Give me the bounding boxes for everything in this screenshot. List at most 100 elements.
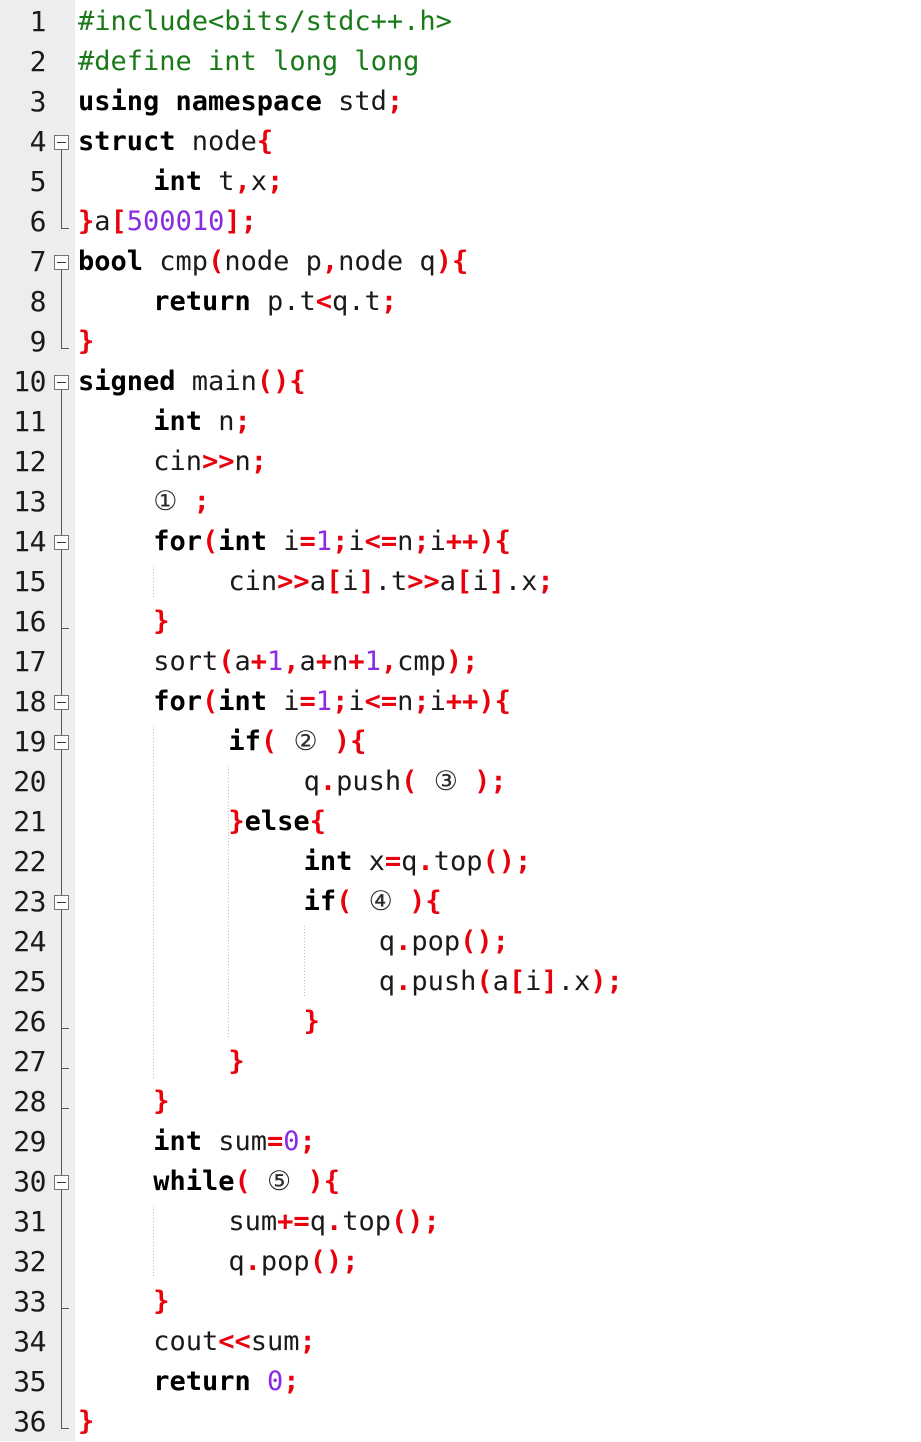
code-text[interactable]: } xyxy=(228,1042,244,1082)
code-line[interactable]: 6}a[500010]; xyxy=(0,202,921,242)
code-text[interactable]: } xyxy=(153,1082,169,1122)
code-editor[interactable]: 1 #include<bits/stdc++.h> 2 #define int lon… xyxy=(0,0,921,1441)
code-line[interactable]: 19 if( ② ){ xyxy=(0,722,921,762)
code-line[interactable]: 35 return 0; xyxy=(0,1362,921,1402)
code-line[interactable]: 26} xyxy=(0,1002,921,1042)
code-line[interactable]: 22 int x=q.top(); xyxy=(0,842,921,882)
token-id: node p xyxy=(224,246,322,277)
code-text[interactable]: if( ④ ){ xyxy=(304,882,442,922)
code-text[interactable]: return 0; xyxy=(153,1362,299,1402)
code-text[interactable]: while( ⑤ ){ xyxy=(153,1162,340,1202)
code-text[interactable]: }else{ xyxy=(228,802,326,842)
code-line[interactable]: 24 q.pop(); xyxy=(0,922,921,962)
code-line[interactable]: 25 q.push(a[i].x); xyxy=(0,962,921,1002)
token-id: sum xyxy=(201,1126,267,1157)
code-text[interactable]: for(int i=1;i<=n;i++){ xyxy=(153,682,511,722)
code-line[interactable]: 29 int sum=0; xyxy=(0,1122,921,1162)
code-text[interactable]: } xyxy=(153,602,169,642)
token-id: .t xyxy=(374,566,408,597)
token-pun: ; xyxy=(299,1326,316,1357)
code-text[interactable]: using namespace std; xyxy=(78,82,403,122)
code-text[interactable]: }a[500010]; xyxy=(78,202,257,242)
code-line[interactable]: 30 while( ⑤ ){ xyxy=(0,1162,921,1202)
code-line[interactable]: 20 q.push( ③ ); xyxy=(0,762,921,802)
code-text[interactable]: q.pop(); xyxy=(379,922,509,962)
token-pun: . xyxy=(417,846,434,877)
token-id: p.t xyxy=(250,286,316,317)
token-pun: (); xyxy=(482,846,532,877)
token-pun: (); xyxy=(309,1246,359,1277)
code-line[interactable]: 3 using namespace std; xyxy=(0,82,921,122)
code-line[interactable]: 1 #include<bits/stdc++.h> xyxy=(0,2,921,42)
code-text[interactable]: int n; xyxy=(153,402,251,442)
code-text[interactable]: } xyxy=(153,1282,169,1322)
line-number: 29 xyxy=(13,1125,46,1158)
code-line[interactable]: 14 for(int i=1;i<=n;i++){ xyxy=(0,522,921,562)
line-number: 27 xyxy=(13,1045,46,1078)
token-id: a xyxy=(299,646,316,677)
code-line[interactable]: 21}else{ xyxy=(0,802,921,842)
code-text[interactable]: int sum=0; xyxy=(153,1122,316,1162)
line-number: 2 xyxy=(29,45,47,78)
code-line[interactable]: 11 int n; xyxy=(0,402,921,442)
token-id: a xyxy=(492,966,509,997)
code-text[interactable]: } xyxy=(78,322,94,362)
code-line[interactable]: 4 struct node{ xyxy=(0,122,921,162)
code-text[interactable]: sum+=q.top(); xyxy=(228,1202,439,1242)
code-line[interactable]: 17 sort(a+1,a+n+1,cmp); xyxy=(0,642,921,682)
code-line[interactable]: 10 signed main(){ xyxy=(0,362,921,402)
code-text[interactable]: signed main(){ xyxy=(78,362,306,402)
code-line[interactable]: 5 int t,x; xyxy=(0,162,921,202)
token-pun: } xyxy=(303,1006,320,1037)
line-number: 5 xyxy=(29,165,47,198)
code-text[interactable]: cout<<sum; xyxy=(153,1322,316,1362)
code-text[interactable]: ① ; xyxy=(153,482,210,522)
code-text[interactable]: q.pop(); xyxy=(228,1242,358,1282)
token-id: pop xyxy=(260,1246,310,1277)
token-id: i xyxy=(472,566,489,597)
code-line[interactable]: 13 ① ; xyxy=(0,482,921,522)
code-text[interactable]: int t,x; xyxy=(153,162,283,202)
code-line[interactable]: 16} xyxy=(0,602,921,642)
code-text[interactable]: } xyxy=(78,1402,94,1442)
code-line[interactable]: 15 cin>>a[i].t>>a[i].x; xyxy=(0,562,921,602)
code-text[interactable]: bool cmp(node p,node q){ xyxy=(78,242,468,282)
code-line[interactable]: 34 cout<<sum; xyxy=(0,1322,921,1362)
token-pun: ( xyxy=(218,646,235,677)
line-number: 10 xyxy=(13,365,46,398)
code-line[interactable]: 32 q.pop(); xyxy=(0,1242,921,1282)
code-text[interactable]: cin>>n; xyxy=(153,442,267,482)
code-line[interactable]: 12 cin>>n; xyxy=(0,442,921,482)
code-text[interactable]: q.push( ③ ); xyxy=(304,762,507,802)
token-pun: ] xyxy=(488,566,505,597)
line-number: 19 xyxy=(13,725,46,758)
token-id: cin xyxy=(153,446,202,477)
code-text[interactable]: } xyxy=(304,1002,320,1042)
code-line[interactable]: 28} xyxy=(0,1082,921,1122)
code-text[interactable]: q.push(a[i].x); xyxy=(379,962,623,1002)
code-line[interactable]: 2 #define int long long xyxy=(0,42,921,82)
code-line[interactable]: 27} xyxy=(0,1042,921,1082)
code-line[interactable]: 36} xyxy=(0,1402,921,1442)
code-text[interactable]: for(int i=1;i<=n;i++){ xyxy=(153,522,511,562)
code-text[interactable]: sort(a+1,a+n+1,cmp); xyxy=(153,642,478,682)
token-id: top xyxy=(342,1206,391,1237)
token-pun: <= xyxy=(364,526,398,557)
code-line[interactable]: 9} xyxy=(0,322,921,362)
line-number: 26 xyxy=(13,1005,46,1038)
code-text[interactable]: #include<bits/stdc++.h> xyxy=(78,2,452,42)
code-text[interactable]: cin>>a[i].t>>a[i].x; xyxy=(228,562,553,602)
code-text[interactable]: int x=q.top(); xyxy=(304,842,532,882)
code-line[interactable]: 8 return p.t<q.t; xyxy=(0,282,921,322)
code-line[interactable]: 18 for(int i=1;i<=n;i++){ xyxy=(0,682,921,722)
code-text[interactable]: #define int long long xyxy=(78,42,419,82)
code-text[interactable]: return p.t<q.t; xyxy=(153,282,397,322)
code-line[interactable]: 31 sum+=q.top(); xyxy=(0,1202,921,1242)
token-pun: } xyxy=(78,1406,95,1437)
code-text[interactable]: if( ② ){ xyxy=(228,722,366,762)
code-line[interactable]: 33} xyxy=(0,1282,921,1322)
token-pun: ; xyxy=(234,406,251,437)
code-line[interactable]: 7 bool cmp(node p,node q){ xyxy=(0,242,921,282)
code-text[interactable]: struct node{ xyxy=(78,122,273,162)
code-line[interactable]: 23 if( ④ ){ xyxy=(0,882,921,922)
